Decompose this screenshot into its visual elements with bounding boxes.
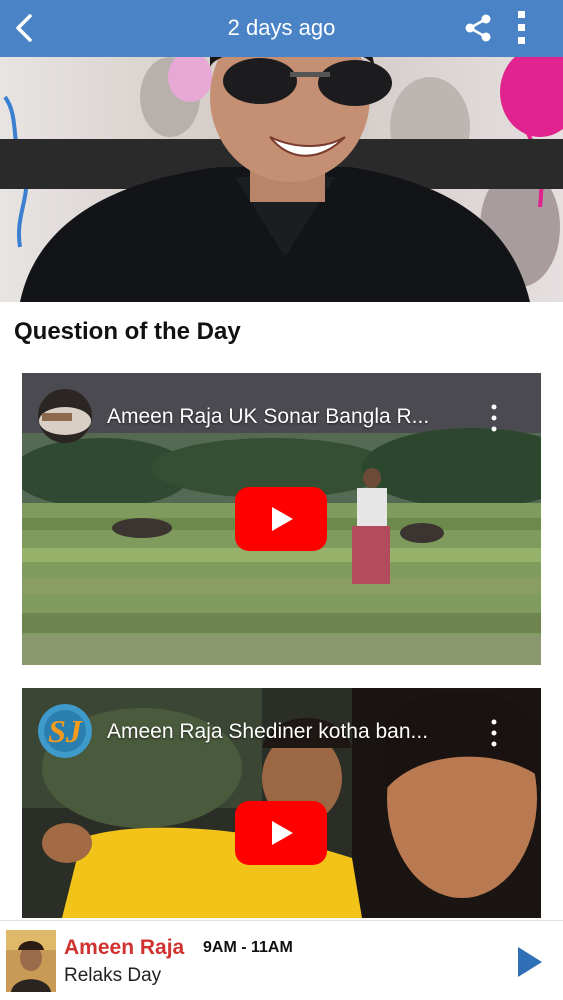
- now-playing-bar[interactable]: Ameen Raja 9AM - 11AM Relaks Day: [0, 920, 563, 1000]
- more-vertical-icon[interactable]: [488, 718, 500, 748]
- more-vertical-icon[interactable]: [510, 8, 534, 48]
- channel-avatar[interactable]: SJ: [38, 704, 92, 758]
- show-name: Relaks Day: [64, 965, 162, 986]
- app-header: 2 days ago: [0, 0, 563, 57]
- more-vertical-icon[interactable]: [488, 403, 500, 433]
- video-title[interactable]: Ameen Raja UK Sonar Bangla R...: [107, 405, 429, 429]
- video-embed[interactable]: Ameen Raja UK Sonar Bangla R...: [22, 373, 541, 665]
- hero-image: [0, 57, 563, 302]
- video-title[interactable]: Ameen Raja Shediner kotha ban...: [107, 720, 428, 744]
- show-time: 9AM - 11AM: [203, 939, 293, 956]
- youtube-play-icon[interactable]: [235, 487, 327, 551]
- play-icon[interactable]: [516, 945, 544, 979]
- svg-text:SJ: SJ: [48, 713, 83, 749]
- section-title: Question of the Day: [14, 318, 241, 345]
- hero-photo: [0, 57, 563, 302]
- video-embed[interactable]: SJ Ameen Raja Shediner kotha ban...: [22, 688, 541, 918]
- youtube-play-icon[interactable]: [235, 801, 327, 865]
- host-avatar: [6, 930, 56, 992]
- host-name: Ameen Raja: [64, 936, 185, 959]
- share-icon[interactable]: [462, 12, 494, 44]
- channel-avatar[interactable]: [38, 389, 92, 443]
